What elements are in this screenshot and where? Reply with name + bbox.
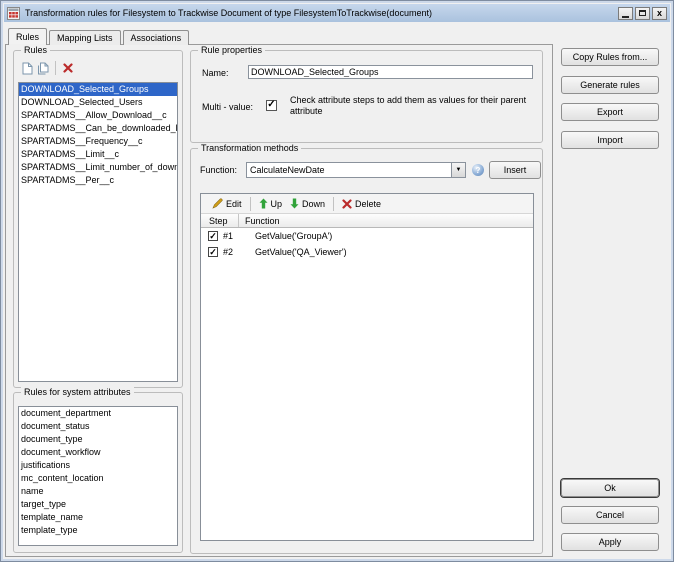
system-attribute-item[interactable]: justifications	[19, 459, 177, 472]
edit-step-button[interactable]: Edit	[208, 198, 246, 209]
system-attribute-item[interactable]: name	[19, 485, 177, 498]
insert-button[interactable]: Insert	[489, 161, 541, 179]
titlebar: Transformation rules for Filesystem to T…	[4, 4, 670, 22]
system-attribute-item[interactable]: document_type	[19, 433, 177, 446]
step-checkbox[interactable]	[208, 247, 218, 257]
multi-value-hint: Check attribute steps to add them as val…	[290, 95, 542, 117]
rules-list-item[interactable]: SPARTADMS__Can_be_downloaded_by__c	[19, 122, 177, 135]
ok-button[interactable]: Ok	[561, 479, 659, 497]
combo-dropdown-button[interactable]: ▼	[451, 163, 465, 177]
system-attribute-item[interactable]: template_type	[19, 524, 177, 537]
rules-list[interactable]: DOWNLOAD_Selected_GroupsDOWNLOAD_Selecte…	[18, 82, 178, 382]
system-attribute-item[interactable]: document_department	[19, 407, 177, 420]
move-down-button[interactable]: Down	[286, 198, 329, 209]
system-attribute-item[interactable]: template_name	[19, 511, 177, 524]
function-selected-value: CalculateNewDate	[247, 165, 451, 175]
new-rule-button[interactable]	[19, 60, 35, 76]
arrow-down-icon	[290, 198, 299, 209]
system-attributes-group: Rules for system attributes document_dep…	[13, 392, 183, 553]
steps-table: Edit Up Down	[200, 193, 534, 541]
rules-toolbar	[19, 59, 76, 77]
transformation-methods-group-title: Transformation methods	[198, 143, 301, 154]
step-function: GetValue('QA_Viewer')	[242, 247, 347, 257]
rule-properties-group-title: Rule properties	[198, 45, 265, 56]
multi-value-checkbox[interactable]	[266, 100, 277, 111]
arrow-up-icon	[259, 198, 268, 209]
column-header-function[interactable]: Function	[239, 216, 280, 226]
rules-group: Rules	[13, 50, 183, 388]
app-icon	[7, 7, 20, 20]
delete-step-label: Delete	[355, 199, 381, 209]
rules-list-item[interactable]: DOWNLOAD_Selected_Users	[19, 96, 177, 109]
tab-strip: Rules Mapping Lists Associations	[8, 28, 191, 45]
help-icon[interactable]: ?	[472, 164, 484, 176]
delete-icon	[63, 63, 73, 73]
tab-rules[interactable]: Rules	[8, 28, 47, 45]
step-number: #1	[218, 231, 242, 241]
window-controls: x	[618, 7, 667, 20]
minimize-button[interactable]	[618, 7, 633, 20]
rules-list-item[interactable]: SPARTADMS__Allow_Download__c	[19, 109, 177, 122]
system-attributes-group-title: Rules for system attributes	[21, 387, 134, 398]
new-page-icon	[22, 62, 33, 75]
copy-rule-button[interactable]	[35, 60, 51, 76]
move-down-label: Down	[302, 199, 325, 209]
import-button[interactable]: Import	[561, 131, 659, 149]
system-attribute-item[interactable]: document_status	[19, 420, 177, 433]
step-number: #2	[218, 247, 242, 257]
minimize-icon	[622, 16, 629, 18]
edit-step-label: Edit	[226, 199, 242, 209]
system-attribute-item[interactable]: document_workflow	[19, 446, 177, 459]
step-checkbox[interactable]	[208, 231, 218, 241]
pencil-icon	[212, 198, 223, 209]
rules-list-item[interactable]: DOWNLOAD_Selected_Groups	[19, 83, 177, 96]
generate-rules-button[interactable]: Generate rules	[561, 76, 659, 94]
rules-list-item[interactable]: SPARTADMS__Per__c	[19, 174, 177, 187]
tab-mapping-lists[interactable]: Mapping Lists	[49, 30, 121, 45]
step-function: GetValue('GroupA')	[242, 231, 332, 241]
chevron-down-icon: ▼	[456, 167, 462, 173]
copy-rules-from-button[interactable]: Copy Rules from...	[561, 48, 659, 66]
rule-name-input[interactable]	[248, 65, 533, 79]
tab-associations[interactable]: Associations	[123, 30, 190, 45]
system-attribute-item[interactable]: mc_content_location	[19, 472, 177, 485]
column-header-step[interactable]: Step	[201, 214, 239, 227]
system-attributes-list[interactable]: document_departmentdocument_statusdocume…	[18, 406, 178, 546]
apply-button[interactable]: Apply	[561, 533, 659, 551]
step-row[interactable]: #2GetValue('QA_Viewer')	[201, 244, 533, 260]
tab-panel: Rules	[5, 44, 553, 557]
rules-list-item[interactable]: SPARTADMS__Limit_number_of_downloads	[19, 161, 177, 174]
close-icon: x	[657, 9, 662, 18]
move-up-label: Up	[271, 199, 283, 209]
rules-list-item[interactable]: SPARTADMS__Frequency__c	[19, 135, 177, 148]
system-attribute-item[interactable]: target_type	[19, 498, 177, 511]
steps-table-body: #1GetValue('GroupA')#2GetValue('QA_Viewe…	[201, 228, 533, 540]
steps-table-header: Step Function	[201, 214, 533, 228]
delete-step-button[interactable]: Delete	[338, 199, 385, 209]
function-select[interactable]: CalculateNewDate ▼	[246, 162, 466, 178]
close-button[interactable]: x	[652, 7, 667, 20]
steps-toolbar: Edit Up Down	[201, 194, 533, 214]
toolbar-separator	[333, 197, 334, 211]
delete-rule-button[interactable]	[60, 60, 76, 76]
delete-icon	[342, 199, 352, 209]
function-label: Function:	[200, 165, 237, 175]
multi-value-label: Multi - value:	[202, 102, 253, 112]
rules-group-title: Rules	[21, 45, 50, 56]
rule-properties-group: Rule properties Name: Multi - value: Che…	[190, 50, 543, 143]
cancel-button[interactable]: Cancel	[561, 506, 659, 524]
copy-page-icon	[37, 62, 50, 75]
move-up-button[interactable]: Up	[255, 198, 287, 209]
export-button[interactable]: Export	[561, 103, 659, 121]
transformation-methods-group: Transformation methods Function: Calcula…	[190, 148, 543, 554]
toolbar-separator	[55, 61, 56, 75]
maximize-icon	[639, 10, 646, 16]
toolbar-separator	[250, 197, 251, 211]
name-label: Name:	[202, 68, 229, 78]
window-title: Transformation rules for Filesystem to T…	[25, 8, 432, 18]
transformation-rules-dialog: Transformation rules for Filesystem to T…	[0, 0, 674, 562]
step-row[interactable]: #1GetValue('GroupA')	[201, 228, 533, 244]
rules-list-item[interactable]: SPARTADMS__Limit__c	[19, 148, 177, 161]
maximize-button[interactable]	[635, 7, 650, 20]
